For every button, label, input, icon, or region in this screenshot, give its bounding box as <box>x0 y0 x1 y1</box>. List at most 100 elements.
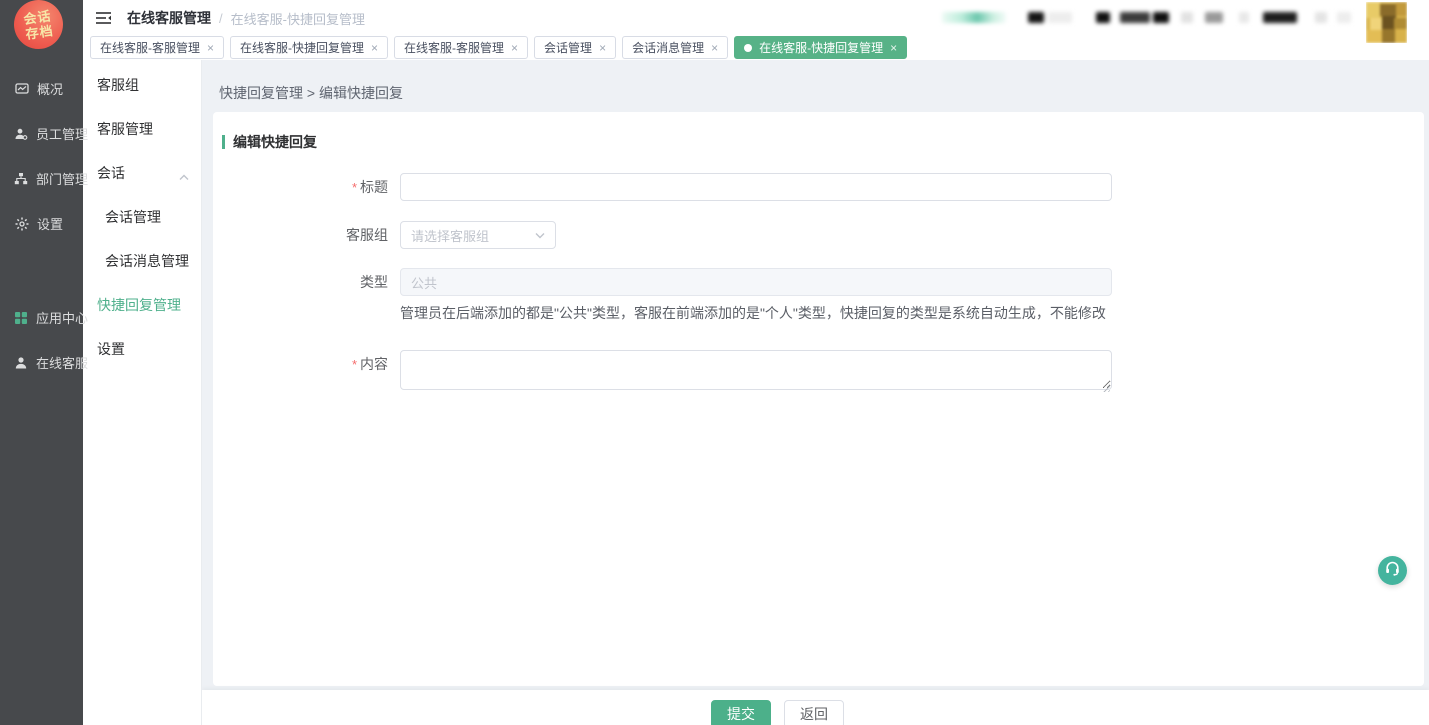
sidebar-item-settings2[interactable]: 设置 <box>83 327 201 371</box>
sidebar-item-label: 部门管理 <box>36 169 88 188</box>
tab-label: 会话管理 <box>544 39 592 56</box>
sidebar-item-sessions[interactable]: 会话 <box>83 151 201 195</box>
tab-close-icon[interactable]: × <box>711 42 718 54</box>
snav-label: 设置 <box>97 339 125 359</box>
accent-bar <box>222 135 225 149</box>
content-textarea[interactable] <box>400 350 1112 390</box>
chevron-up-icon <box>179 168 189 184</box>
content-textarea-wrap <box>400 350 1112 395</box>
sidebar-item-label: 设置 <box>37 214 63 233</box>
headset-icon <box>1384 560 1401 582</box>
tab-quick-reply-mgmt-active[interactable]: 在线客服-快捷回复管理 × <box>734 36 907 59</box>
app-root: 会话 存档 概况 员工管理 部门管理 <box>0 0 1429 725</box>
edit-quick-reply-card: 编辑快捷回复 *标题 客 <box>213 112 1424 686</box>
form-row-title: *标题 <box>222 173 1424 202</box>
tab-online-service-agent-mgmt-2[interactable]: 在线客服-客服管理 × <box>394 36 528 59</box>
sidebar-item-settings[interactable]: 设置 <box>0 201 83 246</box>
form-row-content: *内容 <box>222 350 1424 395</box>
sidebar-item-overview[interactable]: 概况 <box>0 66 83 111</box>
section-header: 编辑快捷回复 <box>222 132 1424 152</box>
label-text: 内容 <box>360 356 388 372</box>
select-placeholder: 请选择客服组 <box>411 226 489 245</box>
tab-close-icon[interactable]: × <box>371 42 378 54</box>
sidebar-item-label: 概况 <box>37 79 63 98</box>
label-text: 标题 <box>360 179 388 195</box>
sidebar-item-quick-reply-mgmt[interactable]: 快捷回复管理 <box>83 283 201 327</box>
group-control: 请选择客服组 <box>400 221 1424 249</box>
redacted-block <box>1239 12 1249 23</box>
snav-label: 会话消息管理 <box>105 251 189 271</box>
required-mark: * <box>352 180 357 195</box>
title-label: *标题 <box>222 173 400 202</box>
title-input[interactable] <box>400 173 1112 201</box>
primary-nav: 概况 员工管理 部门管理 设置 <box>0 66 83 385</box>
overview-icon <box>14 81 29 96</box>
tab-session-message-mgmt[interactable]: 会话消息管理 × <box>622 36 728 59</box>
redacted-block <box>1263 12 1297 23</box>
redacted-block <box>1096 12 1110 23</box>
online-service-icon <box>14 355 28 370</box>
right-column: 在线客服管理 / 在线客服-快捷回复管理 <box>83 0 1429 725</box>
form-row-group: 客服组 请选择客服组 <box>222 221 1424 249</box>
sidebar-item-session-mgmt[interactable]: 会话管理 <box>83 195 201 239</box>
sidebar-item-session-message-mgmt[interactable]: 会话消息管理 <box>83 239 201 283</box>
sidebar-item-label: 员工管理 <box>36 124 88 143</box>
breadcrumb-root: 在线客服管理 <box>127 8 211 28</box>
main-content: 快捷回复管理 > 编辑快捷回复 编辑快捷回复 *标题 <box>202 60 1429 725</box>
tab-close-icon[interactable]: × <box>890 42 897 54</box>
tab-label: 会话消息管理 <box>632 39 704 56</box>
content-control <box>400 350 1424 395</box>
sidebar-item-online-service[interactable]: 在线客服 <box>0 340 83 385</box>
tab-close-icon[interactable]: × <box>511 42 518 54</box>
sidebar-item-label: 应用中心 <box>36 308 88 327</box>
agent-group-select[interactable]: 请选择客服组 <box>400 221 556 249</box>
content-label: *内容 <box>222 350 400 395</box>
sidebar-item-agent-groups[interactable]: 客服组 <box>83 63 201 107</box>
secondary-sidebar: 客服组 客服管理 会话 会话管理 会话消息管理 快 <box>83 60 202 725</box>
title-control <box>400 173 1424 202</box>
settings-gear-icon <box>14 216 29 231</box>
redacted-header-items <box>942 10 1351 25</box>
sidebar-item-departments[interactable]: 部门管理 <box>0 156 83 201</box>
tab-close-icon[interactable]: × <box>599 42 606 54</box>
open-tabs-bar: 在线客服-客服管理 × 在线客服-快捷回复管理 × 在线客服-客服管理 × 会话… <box>83 36 1429 60</box>
submit-button[interactable]: 提交 <box>711 700 771 725</box>
department-icon <box>14 171 28 186</box>
tab-quick-reply-mgmt[interactable]: 在线客服-快捷回复管理 × <box>230 36 388 59</box>
back-button[interactable]: 返回 <box>784 700 844 725</box>
redacted-block <box>1315 12 1327 23</box>
user-avatar[interactable] <box>1366 2 1407 43</box>
tab-label: 在线客服-客服管理 <box>404 39 504 56</box>
snav-label: 会话 <box>97 163 125 183</box>
tab-label: 在线客服-快捷回复管理 <box>759 39 883 56</box>
sidebar-item-agent-mgmt[interactable]: 客服管理 <box>83 107 201 151</box>
label-text: 客服组 <box>346 227 388 243</box>
type-help-text: 管理员在后端添加的都是"公共"类型，客服在前端添加的是"个人"类型，快捷回复的类… <box>400 303 1424 323</box>
app-logo[interactable]: 会话 存档 <box>11 0 66 52</box>
snav-label: 快捷回复管理 <box>97 295 181 315</box>
tab-label: 在线客服-快捷回复管理 <box>240 39 364 56</box>
footer-action-bar: 提交 返回 <box>202 690 1429 725</box>
snav-label: 会话管理 <box>105 207 161 227</box>
tab-label: 在线客服-客服管理 <box>100 39 200 56</box>
employee-icon <box>14 126 28 141</box>
sidebar-item-employees[interactable]: 员工管理 <box>0 111 83 156</box>
active-tab-dot <box>744 44 752 52</box>
logo-line2: 存档 <box>25 23 55 42</box>
redacted-block <box>1120 12 1150 23</box>
redacted-block <box>1337 12 1351 23</box>
section-title: 编辑快捷回复 <box>233 132 317 152</box>
redacted-block <box>1153 12 1169 23</box>
snav-label: 客服组 <box>97 75 139 95</box>
tab-online-service-agent-mgmt[interactable]: 在线客服-客服管理 × <box>90 36 224 59</box>
chevron-down-icon <box>535 226 545 244</box>
tab-session-mgmt[interactable]: 会话管理 × <box>534 36 616 59</box>
redacted-block <box>1205 12 1223 23</box>
collapse-menu-icon[interactable] <box>95 11 113 25</box>
redacted-block <box>1028 12 1044 23</box>
footer-buttons: 提交 返回 <box>711 700 844 725</box>
tab-close-icon[interactable]: × <box>207 42 214 54</box>
sidebar-item-app-center[interactable]: 应用中心 <box>0 295 83 340</box>
support-fab[interactable] <box>1378 556 1407 585</box>
group-label: 客服组 <box>222 221 400 249</box>
